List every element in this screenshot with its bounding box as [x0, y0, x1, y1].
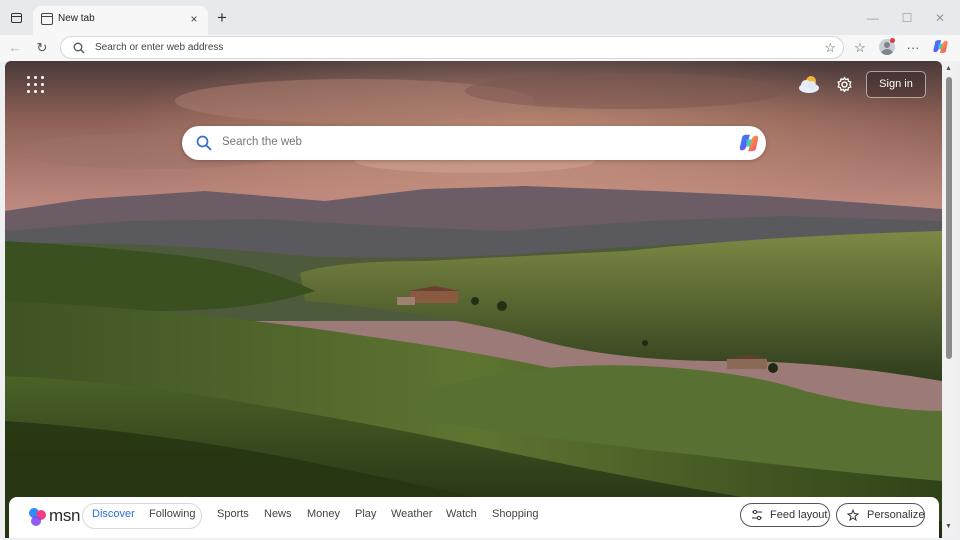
maximize-button[interactable]: ☐ [896, 8, 918, 28]
category-news[interactable]: News [264, 508, 292, 520]
more-menu-icon[interactable]: ··· [903, 38, 923, 58]
tab-discover[interactable]: Discover [92, 508, 135, 520]
tab-following[interactable]: Following [149, 508, 195, 520]
tab-strip: New tab × + — ☐ ✕ [0, 0, 960, 35]
tab-title: New tab [58, 13, 95, 24]
category-sports[interactable]: Sports [217, 508, 249, 520]
favorite-star-icon[interactable]: ☆ [824, 40, 836, 55]
personalize-button[interactable]: Personalize [836, 503, 925, 527]
tab-favicon-icon [41, 13, 53, 25]
sign-in-button[interactable]: Sign in [866, 71, 926, 98]
reload-button[interactable]: ↻ [32, 38, 52, 58]
copilot-icon[interactable] [932, 38, 949, 55]
msn-logo-icon [29, 508, 46, 526]
back-button[interactable]: ← [5, 38, 25, 58]
category-play[interactable]: Play [355, 508, 376, 520]
minimize-button[interactable]: — [862, 8, 884, 28]
profile-notification-dot [890, 38, 895, 43]
sparkle-star-icon [847, 509, 859, 521]
new-tab-page: Sign in Search the web msn Discover Foll… [5, 61, 942, 538]
tab-actions-icon[interactable] [6, 8, 26, 28]
msn-brand-text: msn [49, 506, 81, 525]
address-bar[interactable]: Search or enter web address ☆ [60, 36, 844, 59]
web-search-box[interactable]: Search the web [182, 126, 766, 160]
category-money[interactable]: Money [307, 508, 340, 520]
search-icon [196, 135, 212, 151]
feed-layout-label: Feed layout [770, 509, 828, 521]
weather-cloud-icon[interactable] [797, 73, 821, 95]
page-scrollbar[interactable]: ▲ ▼ [943, 61, 955, 538]
scroll-down-arrow-icon[interactable]: ▼ [945, 523, 952, 530]
sliders-icon [752, 509, 762, 521]
browser-toolbar: ← ↻ Search or enter web address ☆ ☆ ··· [0, 35, 960, 61]
favorites-icon[interactable]: ☆ [850, 38, 870, 58]
tab-new-tab[interactable]: New tab × [33, 6, 208, 35]
search-placeholder: Search the web [222, 136, 302, 148]
close-window-button[interactable]: ✕ [929, 8, 951, 28]
new-tab-button[interactable]: + [212, 8, 232, 28]
scroll-up-arrow-icon[interactable]: ▲ [945, 65, 952, 72]
feed-layout-button[interactable]: Feed layout [740, 503, 830, 527]
category-shopping[interactable]: Shopping [492, 508, 539, 520]
category-watch[interactable]: Watch [446, 508, 477, 520]
search-icon [73, 42, 85, 54]
feed-navigation-bar: msn Discover Following Sports News Money… [9, 497, 939, 538]
scrollbar-thumb[interactable] [946, 77, 952, 359]
tab-close-icon[interactable]: × [186, 11, 202, 27]
copilot-search-icon[interactable] [738, 132, 760, 154]
apps-grid-icon[interactable] [27, 76, 45, 94]
personalize-label: Personalize [867, 509, 925, 521]
address-placeholder: Search or enter web address [95, 42, 224, 53]
category-weather[interactable]: Weather [391, 508, 432, 520]
settings-gear-icon[interactable] [836, 76, 853, 93]
